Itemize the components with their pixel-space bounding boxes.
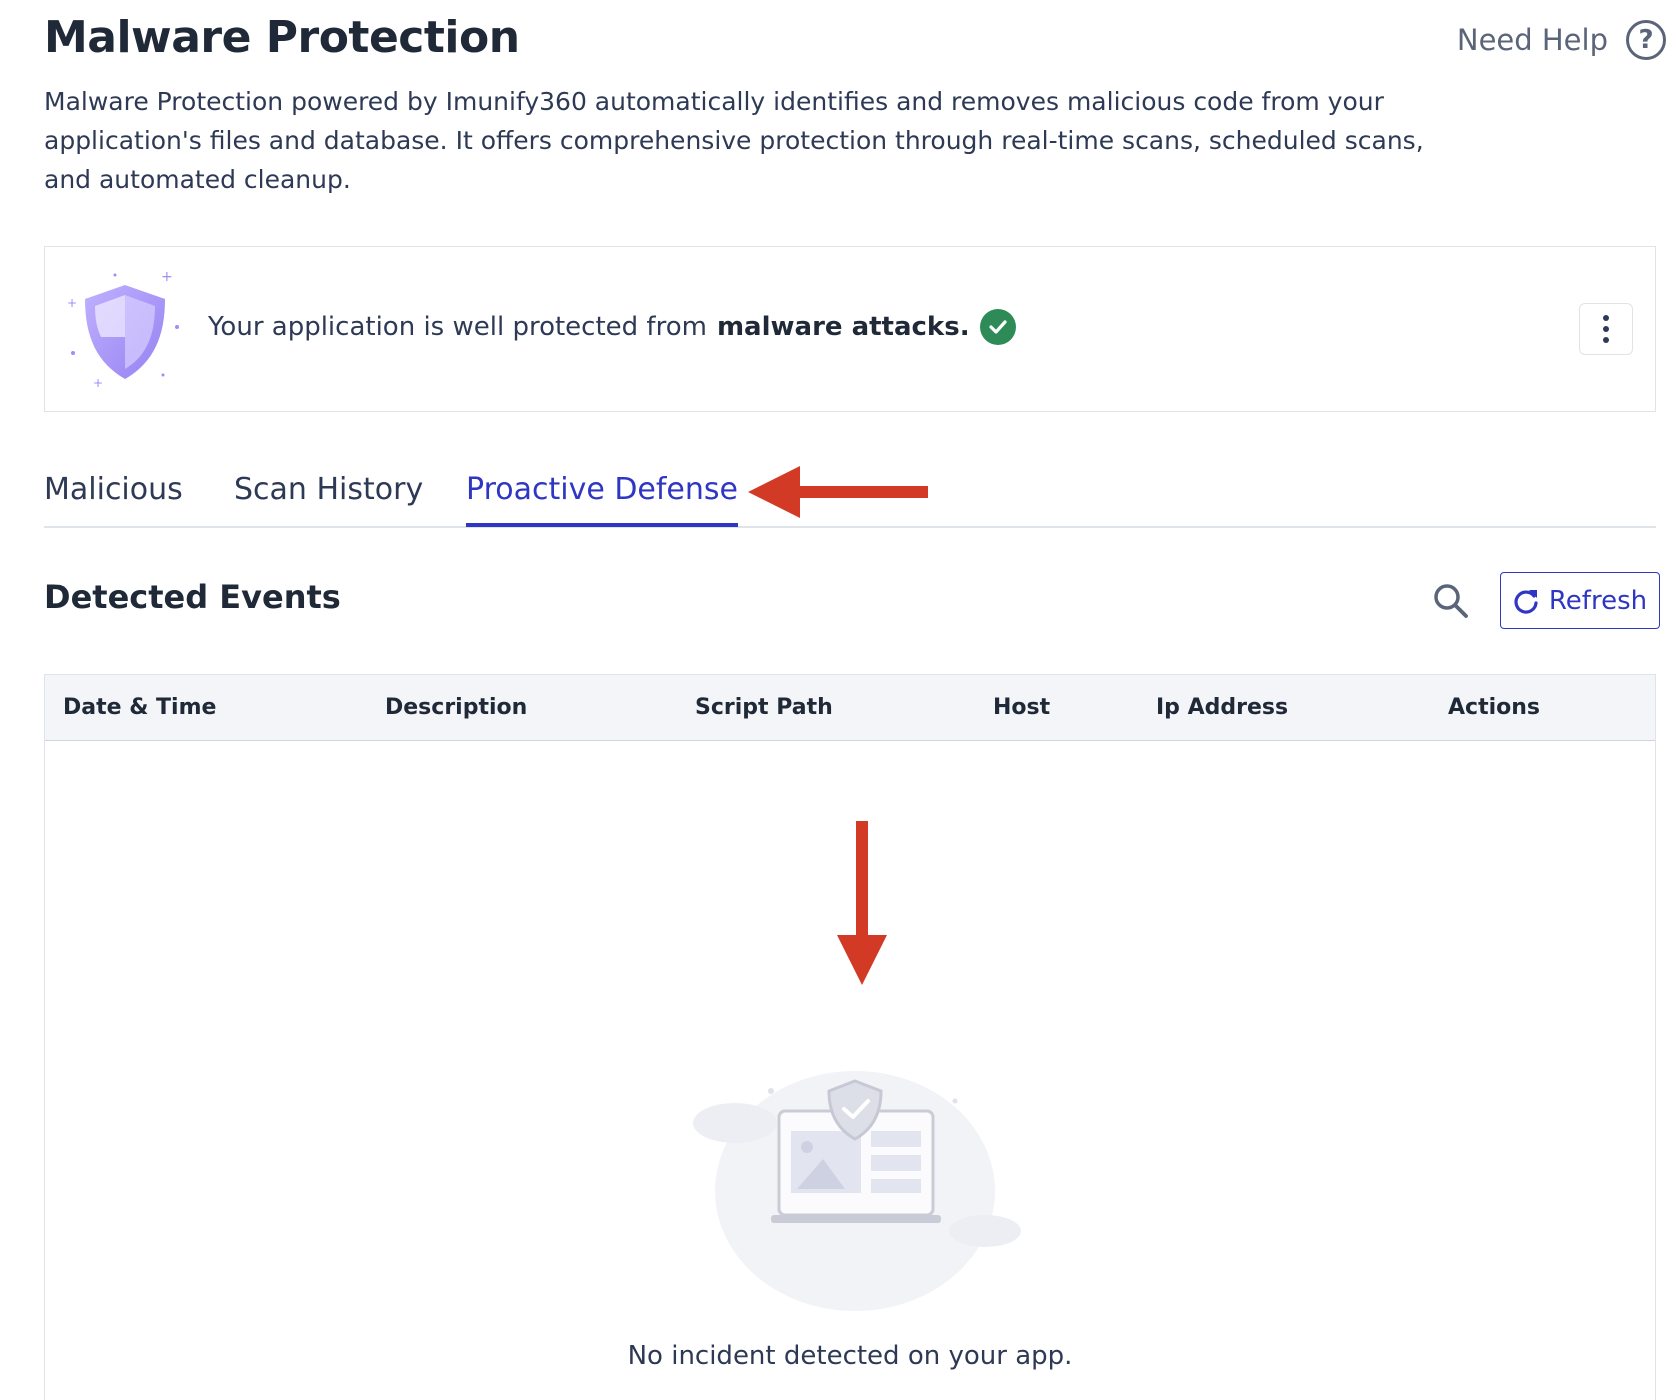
question-circle-icon: ?: [1626, 20, 1666, 60]
table-body: No incident detected on your app.: [45, 741, 1655, 1400]
column-header-host[interactable]: Host: [993, 695, 1050, 720]
tab-bar: Malicious Scan History Proactive Defense: [44, 470, 1656, 528]
column-header-description[interactable]: Description: [385, 695, 527, 720]
tab-malicious[interactable]: Malicious: [44, 472, 183, 523]
kebab-dot-icon: [1603, 315, 1609, 321]
column-header-ip-address[interactable]: Ip Address: [1156, 695, 1288, 720]
need-help-link[interactable]: Need Help ?: [1457, 20, 1666, 60]
shield-illustration-icon: + + +: [67, 269, 179, 390]
column-header-actions[interactable]: Actions: [1448, 695, 1540, 720]
intro-description: Malware Protection powered by Imunify360…: [44, 87, 1424, 194]
check-circle-icon: [979, 309, 1016, 345]
status-prefix: Your application is well protected from: [208, 312, 707, 342]
column-header-script-path[interactable]: Script Path: [695, 695, 833, 720]
more-options-button[interactable]: [1579, 303, 1633, 355]
empty-state-message: No incident detected on your app.: [627, 1341, 1073, 1371]
detected-events-table: Date & Time Description Script Path Host…: [44, 674, 1656, 1400]
table-header: Date & Time Description Script Path Host…: [45, 675, 1655, 741]
empty-state-laptop-illustration-icon: [693, 1071, 1021, 1311]
page-title: Malware Protection: [44, 12, 520, 63]
kebab-dot-icon: [1603, 337, 1609, 343]
search-icon[interactable]: [1432, 582, 1470, 620]
svg-text:+: +: [93, 376, 103, 390]
svg-text:+: +: [161, 269, 173, 285]
kebab-dot-icon: [1603, 326, 1609, 332]
column-header-date-time[interactable]: Date & Time: [63, 695, 216, 720]
refresh-label: Refresh: [1548, 585, 1648, 616]
need-help-label: Need Help: [1456, 23, 1608, 57]
detected-events-title: Detected Events: [44, 578, 341, 616]
protection-status-message: Your application is well protected from …: [208, 309, 1016, 345]
refresh-button[interactable]: Refresh: [1500, 572, 1660, 629]
status-emphasis: malware attacks.: [716, 312, 970, 342]
protection-status-card: + + + Your application is well protected…: [44, 246, 1656, 412]
tab-scan-history[interactable]: Scan History: [234, 472, 423, 523]
svg-text:+: +: [67, 296, 77, 310]
refresh-icon: [1514, 589, 1538, 614]
tab-proactive-defense[interactable]: Proactive Defense: [466, 472, 738, 527]
annotation-arrow-down: [837, 821, 887, 985]
